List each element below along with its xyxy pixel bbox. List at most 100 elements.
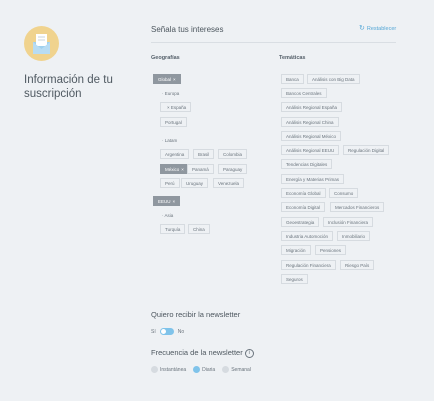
chip-banca[interactable]: Banca [281,74,304,84]
page-title: Información de tu suscripción [24,74,113,100]
radio-diaria[interactable]: Diaria [193,366,215,373]
chip-geoestrategia[interactable]: Geoestrategia [281,217,320,227]
chip-label: Global [158,77,172,82]
chip-china[interactable]: China [188,224,210,234]
chip-espana[interactable]: × España [160,102,192,112]
chip-pensiones[interactable]: Pensiones [315,245,347,255]
chip-migracion[interactable]: Migración [281,245,311,255]
chip-label: Análisis con Big Data [312,77,355,82]
refresh-icon: ↻ [359,25,365,32]
toggle-no-label: No [177,328,185,335]
chip-consumo[interactable]: Consumo [329,188,359,198]
chip-energia[interactable]: Energía y Materias Primas [281,174,345,184]
chip-colombia[interactable]: Colombia [218,149,248,159]
interests-title: Señala tus intereses [151,25,224,34]
chip-eeuu[interactable]: EEUU × [153,196,181,206]
chip-global[interactable]: Global × [153,74,181,84]
chip-label: México [165,167,180,172]
chip-label: Latam [164,138,178,143]
chip-regulacion-financiera[interactable]: Regulación Financiera [281,260,336,270]
chip-label: Mercados Financieros [335,205,380,210]
radio-label: Instantánea [160,366,187,373]
chip-regional-mexico[interactable]: Análisis Regional México [281,131,342,141]
chip-regulacion-digital[interactable]: Regulación Digital [343,145,390,155]
chip-regional-eeuu[interactable]: Análisis Regional EEUU [281,145,340,155]
chip-turquia[interactable]: Turquía [160,224,186,234]
chip-label: Perú [165,181,175,186]
chip-inclusion-financiera[interactable]: Inclusión Financiera [323,217,374,227]
remove-icon[interactable]: × [173,77,176,82]
chip-seguros[interactable]: Seguros [281,274,308,284]
reset-label: Restablecer [366,25,397,32]
chip-label: Turquía [165,227,181,232]
frequency-title: Frecuencia de la newsletter [151,348,243,357]
remove-icon[interactable]: × [173,199,176,204]
frequency-options: Instantánea Diaria Semanal [151,366,258,373]
chip-label: Portugal [165,120,182,125]
chip-label: EEUU [158,199,171,204]
chip-inmobiliario[interactable]: Inmobiliario [337,231,371,241]
chip-economia-global[interactable]: Economía Global [281,188,326,198]
chip-label: Venezuela [218,181,240,186]
chip-label: Colombia [223,152,243,157]
chip-label: Uruguay [186,181,204,186]
chip-label: Asia [164,213,174,218]
toggle-yes-label: Sí [151,328,156,335]
chip-automocion[interactable]: Industria Automoción [281,231,334,241]
newsletter-toggle[interactable] [159,328,174,335]
chip-asia[interactable]: · Asia [157,210,178,220]
chip-label: Economía Global [286,191,321,196]
chip-label: Europa [164,91,180,96]
info-icon[interactable]: i [244,348,254,358]
chip-label: Análisis Regional España [286,105,338,110]
chip-regional-china[interactable]: Análisis Regional China [281,117,339,127]
chip-mexico[interactable]: México × [160,164,189,174]
chip-label: Migración [286,248,306,253]
chip-portugal[interactable]: Portugal [160,117,187,127]
chip-brasil[interactable]: Brasil [193,149,215,159]
chip-tendencias-digitales[interactable]: Tendencias Digitales [281,159,333,169]
frequency-title-row: Frecuencia de la newsletter i [151,348,254,358]
radio-dot [222,366,230,373]
remove-icon[interactable]: × [181,167,184,172]
radio-label: Semanal [231,366,251,373]
reset-button[interactable]: ↻ Restablecer [359,25,396,32]
avatar [24,26,59,61]
chip-paraguay[interactable]: Paraguay [218,164,248,174]
newsletter-envelope-icon [33,34,50,54]
radio-instantanea[interactable]: Instantánea [151,366,186,373]
radio-semanal[interactable]: Semanal [222,366,251,373]
geografias-title: Geografías [151,55,180,61]
chip-economia-digital[interactable]: Economía Digital [281,202,326,212]
chip-label: Regulación Financiera [286,263,331,268]
chip-label: Paraguay [223,167,243,172]
chip-label: Regulación Digital [348,148,385,153]
chip-label: Banca [286,77,299,82]
chip-label: Riesgo País [345,263,370,268]
chip-riesgo-pais[interactable]: Riesgo País [340,260,375,270]
chip-label: Geoestrategia [286,220,315,225]
remove-icon[interactable]: × [167,105,170,110]
chip-label: Inclusión Financiera [328,220,369,225]
chip-label: Inmobiliario [342,234,366,239]
chip-panama[interactable]: Panamá [187,164,214,174]
radio-dot [193,366,201,373]
chip-uruguay[interactable]: Uruguay [181,178,209,188]
chip-regional-espana[interactable]: Análisis Regional España [281,102,343,112]
chip-latam[interactable]: · Latam [157,135,182,145]
chip-label: Bancos Centrales [286,91,322,96]
tematicas-title: Temáticas [279,55,306,61]
chip-label: Industria Automoción [286,234,329,239]
chip-label: Análisis Regional EEUU [286,148,335,153]
chip-peru[interactable]: Perú [160,178,180,188]
chip-mercados-financieros[interactable]: Mercados Financieros [330,202,385,212]
chip-big-data[interactable]: Análisis con Big Data [307,74,360,84]
radio-label: Diaria [202,366,216,373]
newsletter-title: Quiero recibir la newsletter [151,310,241,319]
chip-europa[interactable]: · Europa [157,88,184,98]
chip-venezuela[interactable]: Venezuela [213,178,245,188]
chip-label: Energía y Materias Primas [286,177,340,182]
chip-argentina[interactable]: Argentina [160,149,190,159]
chip-bancos-centrales[interactable]: Bancos Centrales [281,88,327,98]
newsletter-toggle-row: Sí No [151,328,184,335]
